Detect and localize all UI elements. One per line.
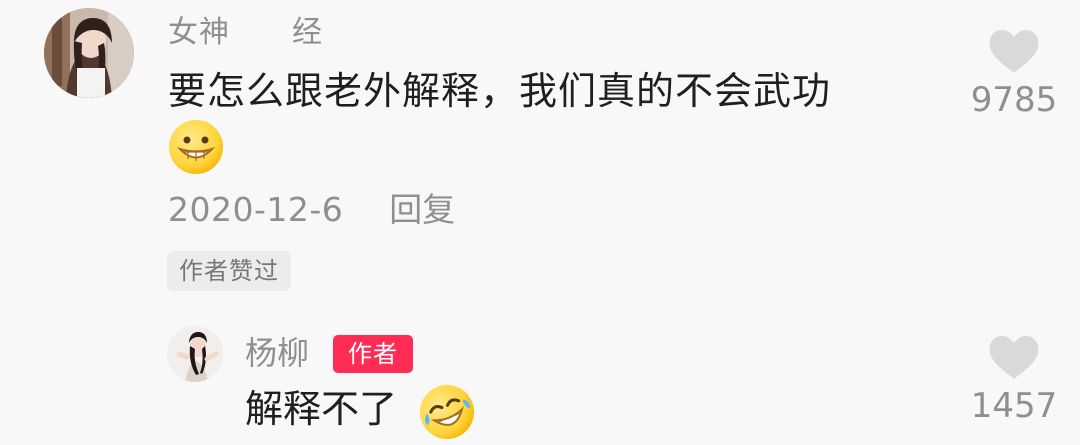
author-liked-badge: 作者赞过 (167, 251, 291, 291)
comment-date: 2020-12-6 (168, 190, 344, 229)
reply-avatar[interactable] (167, 326, 223, 382)
like-count: 1457 (970, 386, 1058, 426)
user-avatar[interactable] (44, 8, 134, 98)
reply-text: 解释不了 (245, 387, 398, 431)
like-count: 9785 (970, 80, 1058, 120)
comment-author-name[interactable]: 女神 经 (168, 12, 323, 54)
comment-like-button[interactable]: 9785 (966, 26, 1062, 130)
author-badge: 作者 (333, 335, 413, 373)
reply-button[interactable]: 回复 (389, 187, 455, 233)
comment-thread: 女神 经 要怎么跟老外解释，我们真的不会武功 2020-12-6 回复 作者赞过 (0, 0, 1080, 445)
rolling-on-the-floor-laughing-icon (418, 383, 476, 441)
comment-text: 要怎么跟老外解释，我们真的不会武功 (168, 69, 832, 113)
heart-icon[interactable] (987, 26, 1041, 76)
reply-author-name[interactable]: 杨柳 (245, 331, 309, 375)
heart-icon[interactable] (987, 332, 1041, 382)
grinning-face-icon (167, 118, 225, 176)
reply-like-button[interactable]: 1457 (966, 332, 1062, 436)
comment-meta: 2020-12-6 回复 (168, 187, 455, 233)
